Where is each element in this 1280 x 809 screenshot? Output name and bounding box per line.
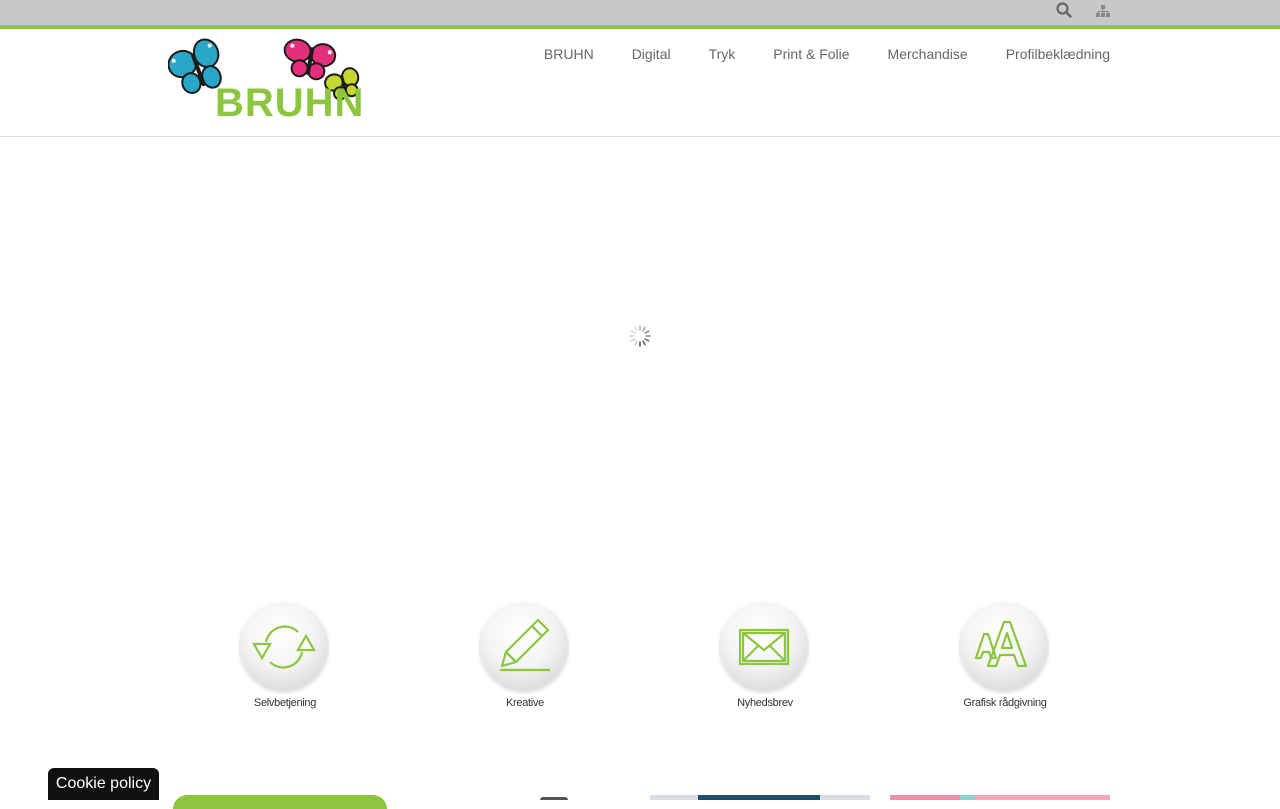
nav-item-merchandise[interactable]: Merchandise (888, 46, 968, 62)
nav-item-digital[interactable]: Digital (632, 46, 671, 62)
feature-label: Nyhedsbrev (737, 697, 793, 709)
top-utility-bar (0, 0, 1280, 25)
teaser-image-pink[interactable] (890, 795, 1110, 800)
site-logo[interactable]: BRUHN (168, 37, 370, 127)
feature-circle (960, 602, 1048, 690)
feature-circle (720, 602, 808, 690)
feature-circle (240, 602, 328, 690)
loading-spinner-icon (629, 325, 651, 347)
feature-selvbetjening[interactable]: Selvbetjening (165, 600, 405, 720)
sitemap-icon[interactable] (1095, 3, 1113, 21)
nav-item-profilbeklaedning[interactable]: Profilbeklædning (1006, 46, 1110, 62)
feature-circle (480, 602, 568, 690)
teaser-green-panel[interactable] (173, 795, 387, 809)
teaser-image-blue[interactable] (650, 795, 870, 800)
cookie-policy-button[interactable]: Cookie policy (48, 768, 159, 800)
envelope-icon (738, 628, 790, 666)
nav-item-print-folie[interactable]: Print & Folie (773, 46, 849, 62)
nav-item-bruhn[interactable]: BRUHN (544, 46, 594, 62)
feature-icons-row: Selvbetjening Kreative Nyhedsbrev Grafis… (165, 600, 1125, 720)
nav-item-tryk[interactable]: Tryk (709, 46, 736, 62)
search-icon[interactable] (1055, 1, 1073, 19)
feature-label: Grafisk rådgivning (963, 697, 1047, 709)
font-icon (974, 620, 1028, 668)
feature-kreative[interactable]: Kreative (405, 600, 645, 720)
pencil-icon (500, 618, 550, 672)
feature-label: Kreative (506, 697, 544, 709)
feature-nyhedsbrev[interactable]: Nyhedsbrev (645, 600, 885, 720)
feature-label: Selvbetjening (253, 697, 317, 709)
hero-slider (0, 137, 1280, 577)
logo-wordmark: BRUHN (215, 81, 365, 125)
refresh-icon (252, 625, 316, 669)
feature-grafisk-radgivning[interactable]: Grafisk rådgivning (885, 600, 1125, 720)
site-header: BRUHN BRUHN Digital Tryk Print & Folie M… (0, 29, 1280, 137)
main-navigation: BRUHN Digital Tryk Print & Folie Merchan… (544, 46, 1110, 62)
